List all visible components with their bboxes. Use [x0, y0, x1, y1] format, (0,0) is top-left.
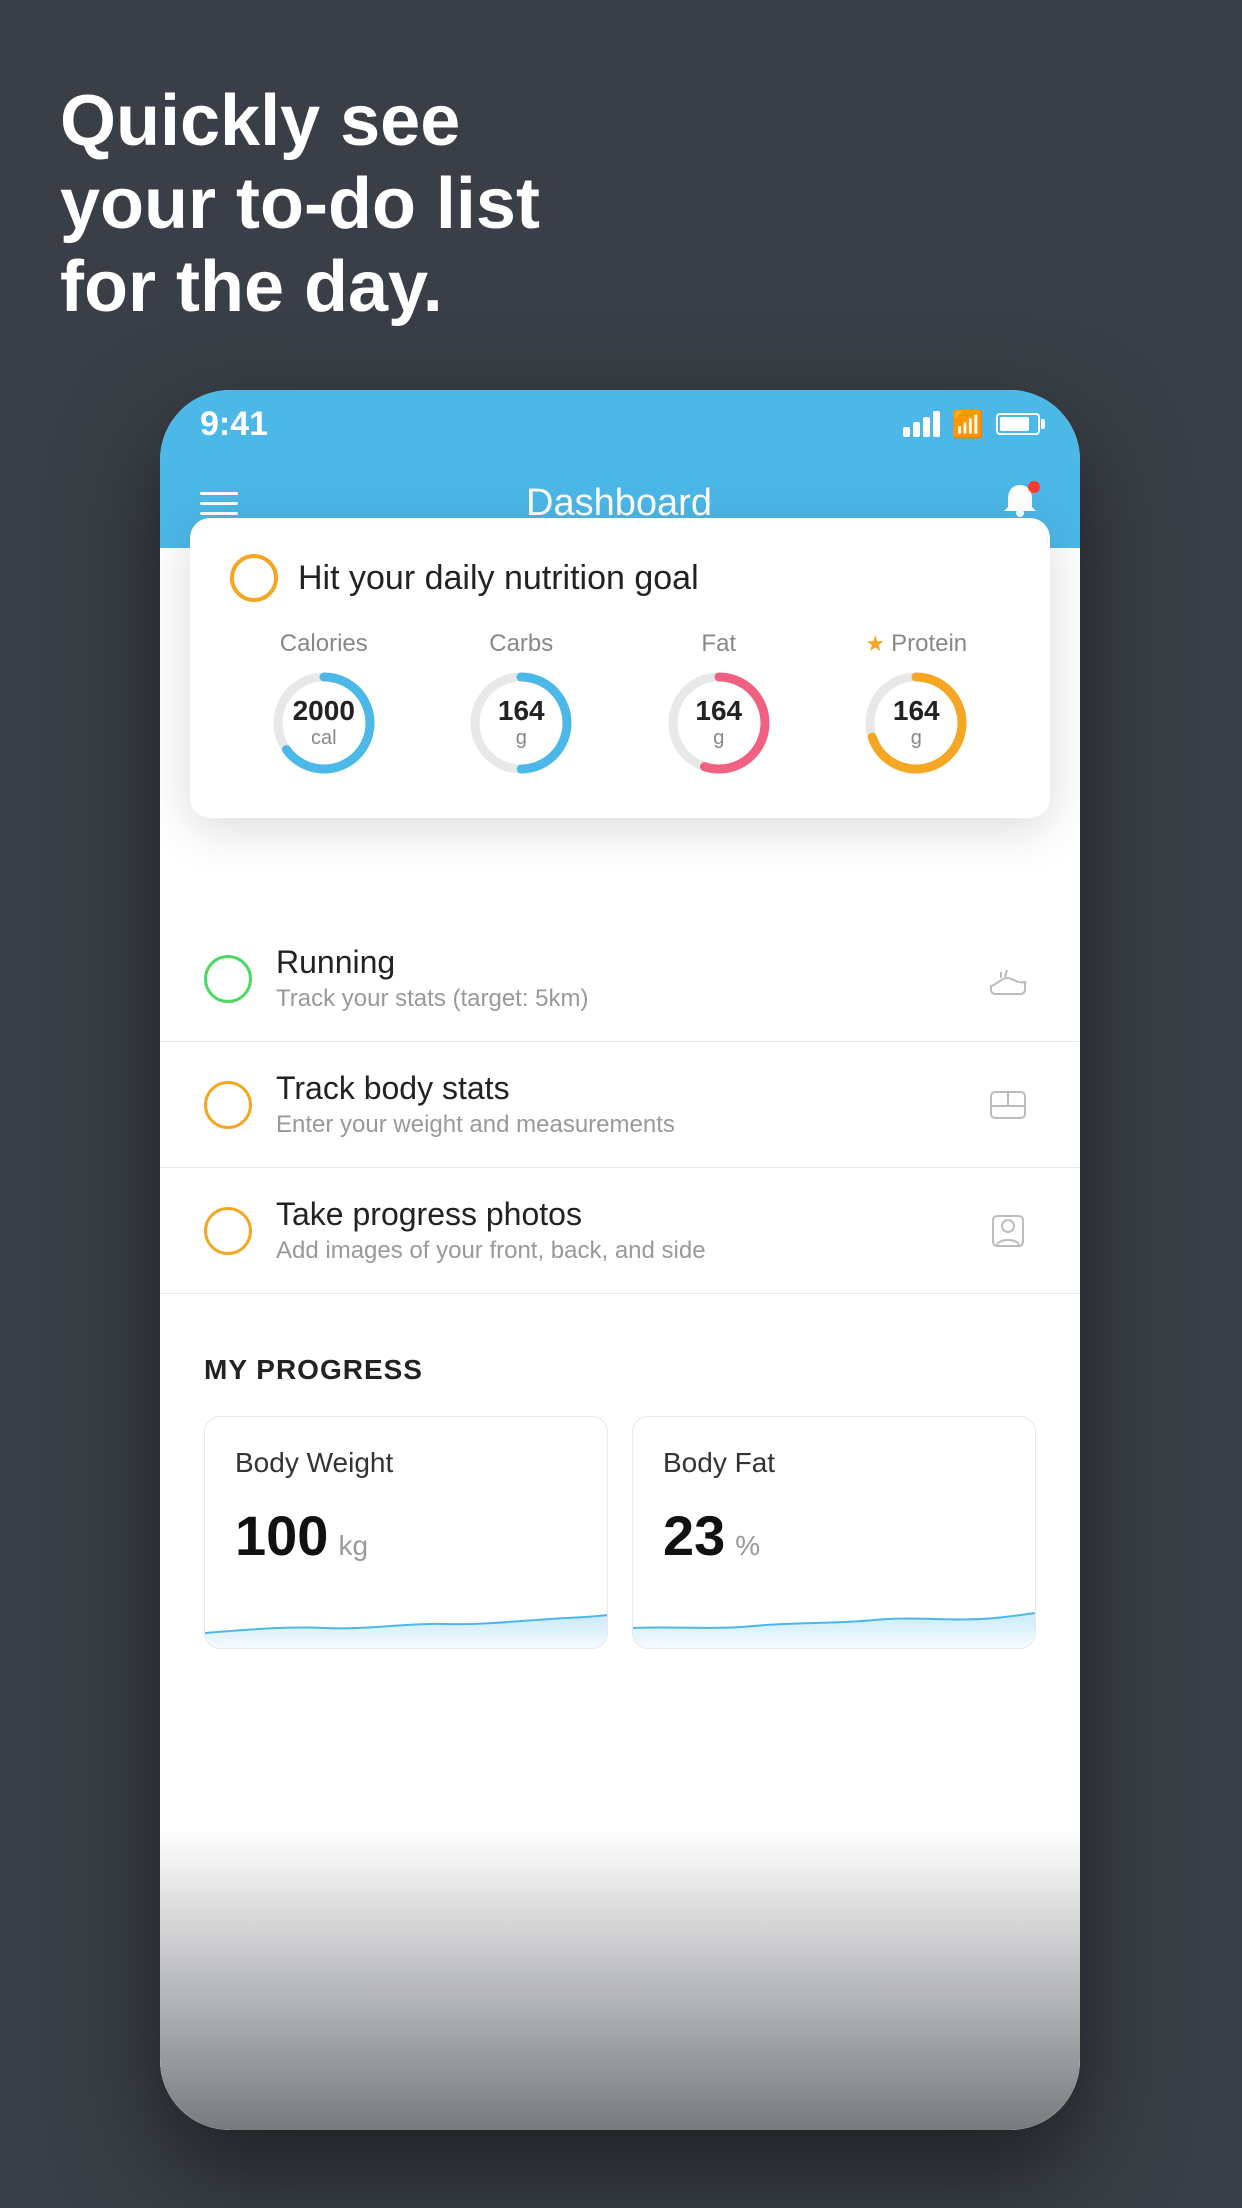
todo-list: Running Track your stats (target: 5km) T… [160, 916, 1080, 1294]
wifi-icon: 📶 [952, 409, 984, 440]
fat-ring: 164 g [664, 668, 774, 778]
todo-title-body-stats: Track body stats [276, 1070, 956, 1107]
nutrition-calories: Calories 2000 cal [269, 630, 379, 778]
protein-label: ★ Protein [865, 630, 967, 658]
nutrition-card-title: Hit your daily nutrition goal [298, 559, 699, 598]
progress-header: MY PROGRESS [204, 1354, 1036, 1386]
status-bar: 9:41 📶 [160, 390, 1080, 458]
body-weight-unit: kg [338, 1530, 368, 1562]
phone-mockup: 9:41 📶 Dashboard [160, 390, 1080, 2130]
calories-label: Calories [280, 630, 368, 658]
star-icon: ★ [865, 631, 885, 657]
todo-title-running: Running [276, 944, 956, 981]
carbs-label: Carbs [489, 630, 553, 658]
hamburger-button[interactable] [200, 492, 238, 515]
nutrition-fat: Fat 164 g [664, 630, 774, 778]
todo-subtitle-body-stats: Enter your weight and measurements [276, 1111, 956, 1139]
todo-circle-running [204, 955, 252, 1003]
protein-ring: 164 g [861, 668, 971, 778]
status-icons: 📶 [903, 409, 1040, 440]
progress-grid: Body Weight 100 kg [204, 1416, 1036, 1649]
todo-subtitle-photos: Add images of your front, back, and side [276, 1237, 956, 1265]
hero-text: Quickly see your to-do list for the day. [60, 80, 540, 328]
body-weight-card[interactable]: Body Weight 100 kg [204, 1416, 608, 1649]
shoe-icon [980, 951, 1036, 1007]
todo-item-body-stats[interactable]: Track body stats Enter your weight and m… [160, 1042, 1080, 1168]
signal-icon [903, 411, 940, 437]
body-weight-value-row: 100 kg [235, 1503, 577, 1568]
body-fat-card[interactable]: Body Fat 23 % [632, 1416, 1036, 1649]
body-fat-unit: % [735, 1530, 760, 1562]
body-weight-chart [205, 1588, 607, 1648]
todo-text-body-stats: Track body stats Enter your weight and m… [276, 1070, 956, 1139]
todo-circle-photos [204, 1207, 252, 1255]
body-fat-chart [633, 1588, 1035, 1648]
nutrition-check-circle[interactable] [230, 554, 278, 602]
calories-ring: 2000 cal [269, 668, 379, 778]
progress-section: MY PROGRESS Body Weight 100 kg [160, 1294, 1080, 1649]
hero-line2: your to-do list [60, 163, 540, 246]
carbs-value: 164 [498, 696, 545, 727]
carbs-ring: 164 g [466, 668, 576, 778]
person-icon [980, 1203, 1036, 1259]
nutrition-protein: ★ Protein 164 g [861, 630, 971, 778]
todo-title-photos: Take progress photos [276, 1196, 956, 1233]
todo-circle-body-stats [204, 1081, 252, 1129]
protein-value: 164 [893, 696, 940, 727]
todo-item-photos[interactable]: Take progress photos Add images of your … [160, 1168, 1080, 1294]
hero-line3: for the day. [60, 246, 540, 329]
body-fat-value: 23 [663, 1503, 725, 1568]
body-weight-value: 100 [235, 1503, 328, 1568]
bottom-overlay [160, 1830, 1080, 2130]
body-fat-title: Body Fat [663, 1447, 1005, 1479]
body-fat-value-row: 23 % [663, 1503, 1005, 1568]
battery-icon [996, 413, 1040, 435]
nutrition-carbs: Carbs 164 g [466, 630, 576, 778]
scale-icon [980, 1077, 1036, 1133]
todo-subtitle-running: Track your stats (target: 5km) [276, 985, 956, 1013]
status-time: 9:41 [200, 405, 268, 444]
hero-line1: Quickly see [60, 80, 540, 163]
todo-text-photos: Take progress photos Add images of your … [276, 1196, 956, 1265]
notification-dot [1028, 481, 1040, 493]
fat-value: 164 [695, 696, 742, 727]
nutrition-card: Hit your daily nutrition goal Calories 2… [190, 518, 1050, 818]
todo-item-running[interactable]: Running Track your stats (target: 5km) [160, 916, 1080, 1042]
card-title-row: Hit your daily nutrition goal [230, 554, 1010, 602]
nutrition-grid: Calories 2000 cal Carbs [230, 630, 1010, 778]
fat-label: Fat [701, 630, 736, 658]
body-weight-title: Body Weight [235, 1447, 577, 1479]
todo-text-running: Running Track your stats (target: 5km) [276, 944, 956, 1013]
calories-value: 2000 [293, 696, 355, 727]
